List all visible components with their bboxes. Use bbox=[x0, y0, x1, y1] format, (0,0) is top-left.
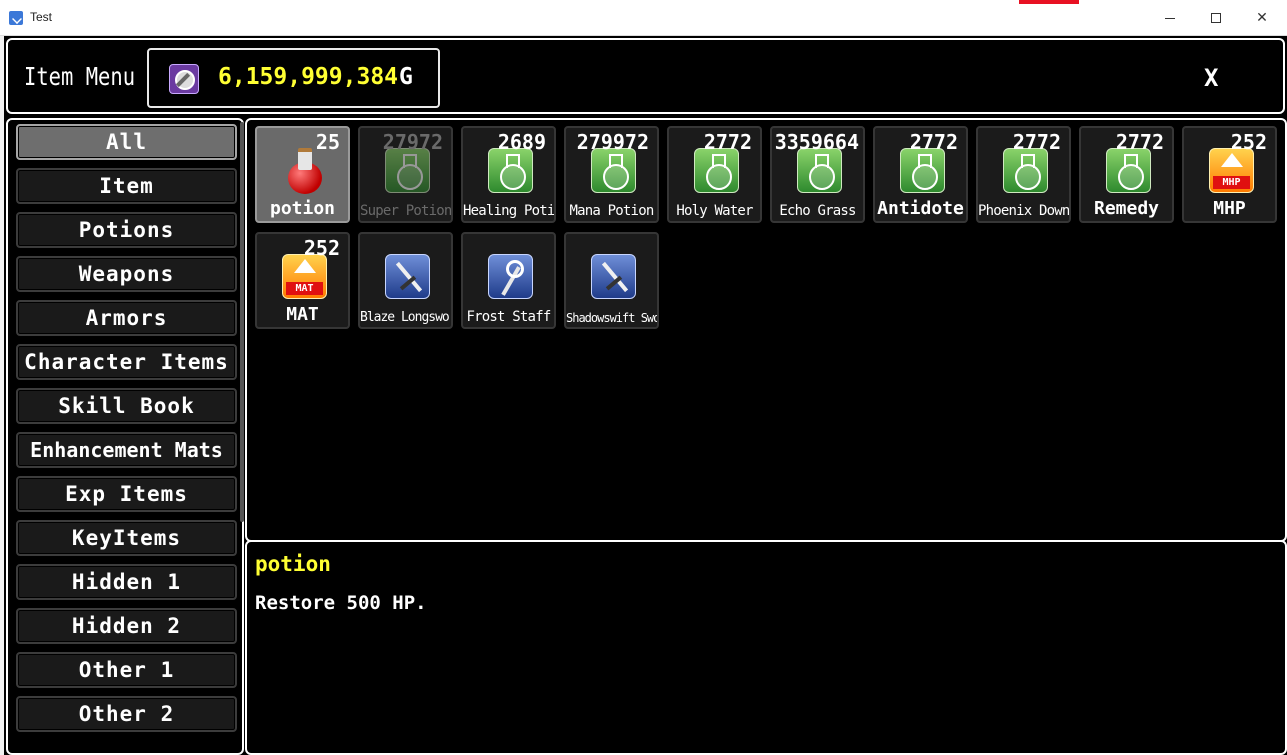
category-enhancement-mats[interactable]: Enhancement Mats bbox=[16, 432, 237, 468]
item-name: Mana Potion bbox=[569, 203, 655, 219]
category-skill-book[interactable]: Skill Book bbox=[16, 388, 237, 424]
taskbar-accent bbox=[1019, 0, 1079, 4]
item-slot-holy-water[interactable]: 2772 Holy Water bbox=[667, 126, 762, 223]
item-slot-antidote[interactable]: 2772 Antidote bbox=[873, 126, 968, 223]
selected-item-description: Restore 500 HP. bbox=[255, 592, 427, 614]
category-potions[interactable]: Potions bbox=[16, 212, 237, 248]
item-count: 2772 bbox=[909, 130, 958, 154]
mat-up-icon: MAT bbox=[282, 254, 327, 299]
maximize-icon bbox=[1211, 13, 1221, 23]
item-slot-phoenix-down[interactable]: 2772 Phoenix Down bbox=[976, 126, 1071, 223]
item-name: Healing Potion bbox=[463, 203, 555, 219]
category-hidden-2[interactable]: Hidden 2 bbox=[16, 608, 237, 644]
category-weapons[interactable]: Weapons bbox=[16, 256, 237, 292]
green-flask-icon bbox=[1106, 148, 1151, 193]
green-flask-icon bbox=[591, 148, 636, 193]
item-slot-blaze-longsword[interactable]: Blaze Longsword bbox=[358, 232, 453, 329]
item-slot-healing-potion[interactable]: 2689 Healing Potion bbox=[461, 126, 556, 223]
item-count: 279972 bbox=[576, 130, 649, 154]
category-armors[interactable]: Armors bbox=[16, 300, 237, 336]
green-flask-icon bbox=[488, 148, 533, 193]
item-count: 252 bbox=[303, 236, 340, 260]
category-item[interactable]: Item bbox=[16, 168, 237, 204]
item-slot-potion[interactable]: 25 potion bbox=[255, 126, 350, 223]
category-other-1[interactable]: Other 1 bbox=[16, 652, 237, 688]
item-slot-mat[interactable]: MAT 252 MAT bbox=[255, 232, 350, 329]
mat-tag: MAT bbox=[286, 282, 323, 295]
item-name: Phoenix Down bbox=[978, 203, 1070, 219]
item-count: 2689 bbox=[497, 130, 546, 154]
item-slot-echo-grass[interactable]: 3359664 Echo Grass bbox=[770, 126, 865, 223]
item-description-panel: potion Restore 500 HP. bbox=[245, 540, 1287, 755]
maximize-button[interactable] bbox=[1193, 0, 1239, 36]
item-count: 2772 bbox=[703, 130, 752, 154]
mhp-up-icon: MHP bbox=[1209, 148, 1254, 193]
item-name: Frost Staff bbox=[466, 309, 552, 325]
item-count: 27972 bbox=[382, 130, 443, 154]
game-screen: Item Menu 6,159,999,384 G X All Item Pot… bbox=[4, 36, 1287, 755]
item-count: 3359664 bbox=[774, 130, 859, 154]
sword-icon bbox=[591, 254, 636, 299]
minimize-button[interactable] bbox=[1147, 0, 1193, 36]
item-name: potion bbox=[269, 198, 336, 219]
item-name: Echo Grass bbox=[779, 203, 856, 219]
category-all[interactable]: All bbox=[16, 124, 237, 160]
mhp-tag: MHP bbox=[1213, 176, 1250, 189]
item-slot-mhp[interactable]: MHP 252 MHP bbox=[1182, 126, 1277, 223]
item-count: 2772 bbox=[1115, 130, 1164, 154]
green-flask-icon bbox=[385, 148, 430, 193]
selected-item-name: potion bbox=[255, 552, 331, 576]
staff-icon bbox=[488, 254, 533, 299]
item-name: MAT bbox=[286, 304, 319, 325]
green-flask-icon bbox=[900, 148, 945, 193]
menu-close-button[interactable]: X bbox=[1204, 64, 1218, 92]
item-slot-remedy[interactable]: 2772 Remedy bbox=[1079, 126, 1174, 223]
item-name: Remedy bbox=[1093, 198, 1160, 219]
item-count: 2772 bbox=[1012, 130, 1061, 154]
gold-coin-icon bbox=[169, 64, 199, 94]
category-sidebar: All Item Potions Weapons Armors Characte… bbox=[6, 118, 244, 755]
gold-display: 6,159,999,384 G bbox=[147, 48, 440, 108]
window-title: Test bbox=[30, 10, 53, 24]
category-character-items[interactable]: Character Items bbox=[16, 344, 237, 380]
item-count: 252 bbox=[1230, 130, 1267, 154]
item-name: Antidote bbox=[877, 198, 964, 219]
item-slot-shadowswift-sword[interactable]: Shadowswift Sword bbox=[564, 232, 659, 329]
item-name: Super Potion bbox=[360, 203, 452, 219]
gold-amount: 6,159,999,384 bbox=[218, 64, 399, 90]
item-name: MHP bbox=[1213, 198, 1246, 219]
category-other-2[interactable]: Other 2 bbox=[16, 696, 237, 732]
window-close-button[interactable]: ✕ bbox=[1239, 0, 1285, 36]
item-slot-mana-potion[interactable]: 279972 Mana Potion bbox=[564, 126, 659, 223]
item-grid: 25 potion 27972 Super Potion 2689 Healin… bbox=[245, 118, 1287, 542]
item-name: Holy Water bbox=[676, 203, 753, 219]
green-flask-icon bbox=[694, 148, 739, 193]
item-slot-frost-staff[interactable]: Frost Staff bbox=[461, 232, 556, 329]
item-slot-super-potion[interactable]: 27972 Super Potion bbox=[358, 126, 453, 223]
item-count: 25 bbox=[315, 130, 340, 154]
item-name: Shadowswift Sword bbox=[566, 311, 659, 325]
close-icon: ✕ bbox=[1256, 10, 1268, 26]
sidebar-scrollbar[interactable] bbox=[240, 122, 244, 522]
category-hidden-1[interactable]: Hidden 1 bbox=[16, 564, 237, 600]
item-name: Blaze Longsword bbox=[360, 310, 453, 325]
category-exp-items[interactable]: Exp Items bbox=[16, 476, 237, 512]
page-title: Item Menu bbox=[24, 62, 136, 91]
green-flask-icon bbox=[797, 148, 842, 193]
category-key-items[interactable]: KeyItems bbox=[16, 520, 237, 556]
minimize-icon bbox=[1165, 17, 1175, 19]
red-potion-icon bbox=[282, 148, 327, 194]
gold-unit: G bbox=[399, 64, 413, 90]
app-icon bbox=[9, 11, 23, 25]
window-titlebar: Test ✕ bbox=[0, 0, 1287, 36]
item-menu-header: Item Menu 6,159,999,384 G X bbox=[6, 38, 1285, 114]
sword-icon bbox=[385, 254, 430, 299]
green-flask-icon bbox=[1003, 148, 1048, 193]
